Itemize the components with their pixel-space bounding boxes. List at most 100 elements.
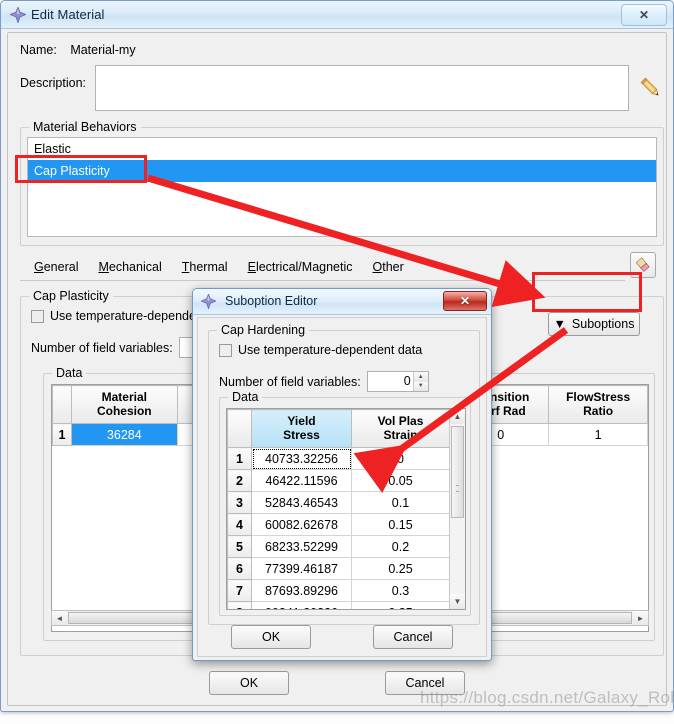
suboption-editor-titlebar[interactable]: Suboption Editor ✕ bbox=[193, 289, 491, 315]
list-item-elastic[interactable]: Elastic bbox=[28, 138, 656, 160]
pencil-icon[interactable] bbox=[638, 75, 664, 101]
row-number-5: 5 bbox=[227, 535, 252, 558]
data-group-sub: Data Yield Stress Vol Plas Strain 1 40733.… bbox=[219, 390, 471, 616]
table-row[interactable]: 2 46422.11596 0.05 bbox=[227, 469, 450, 492]
col-material-cohesion[interactable]: Material Cohesion bbox=[70, 385, 178, 424]
vscroll-up-icon[interactable]: ▲ bbox=[450, 409, 465, 424]
cell-material-cohesion-1[interactable]: 36284 bbox=[70, 423, 178, 446]
vscroll-down-icon[interactable]: ▼ bbox=[450, 594, 465, 609]
material-behaviors-group: Material Behaviors Elastic Cap Plasticit… bbox=[20, 120, 664, 246]
abaqus-diamond-icon-sub bbox=[201, 294, 216, 309]
col-rownum-main bbox=[52, 385, 72, 424]
table-row[interactable]: 8 99241.20326 0.35 bbox=[227, 601, 450, 609]
window-title: Edit Material bbox=[31, 7, 105, 22]
abaqus-diamond-icon bbox=[10, 7, 26, 23]
cell-yield-stress-8[interactable]: 99241.20326 bbox=[251, 601, 352, 609]
eraser-icon[interactable] bbox=[630, 252, 656, 278]
col-vol-plas-strain[interactable]: Vol Plas Strain bbox=[351, 409, 450, 448]
cell-vol-plas-strain-5[interactable]: 0.2 bbox=[351, 535, 450, 558]
row-number-main-1: 1 bbox=[52, 423, 72, 446]
suboption-dialog-buttons: OK Cancel bbox=[198, 624, 486, 650]
cap-hardening-table-wrap[interactable]: Yield Stress Vol Plas Strain 1 40733.32256… bbox=[226, 408, 466, 610]
name-label: Name: bbox=[20, 43, 57, 57]
stepper-down-icon-sub[interactable]: ▼ bbox=[413, 381, 428, 391]
table-row[interactable]: 6 77399.46187 0.25 bbox=[227, 557, 450, 580]
tab-other[interactable]: Other bbox=[373, 260, 404, 274]
cell-yield-stress-6[interactable]: 77399.46187 bbox=[251, 557, 352, 580]
cap-hardening-vscrollbar[interactable]: ▲ ▼ bbox=[449, 409, 465, 609]
use-temp-dependent-checkbox-sub[interactable] bbox=[219, 343, 232, 357]
cell-vol-plas-strain-6[interactable]: 0.25 bbox=[351, 557, 450, 580]
cell-vol-plas-strain-1[interactable]: 0 bbox=[351, 447, 450, 470]
name-value: Material-my bbox=[70, 43, 136, 57]
description-label: Description: bbox=[20, 76, 86, 90]
material-behaviors-list[interactable]: Elastic Cap Plasticity bbox=[27, 137, 657, 237]
cell-yield-stress-4[interactable]: 60082.62678 bbox=[251, 513, 352, 536]
cell-vol-plas-strain-7[interactable]: 0.3 bbox=[351, 579, 450, 602]
stepper-arrows-sub[interactable]: ▲ ▼ bbox=[412, 372, 428, 391]
row-number-7: 7 bbox=[227, 579, 252, 602]
hscroll-left-icon[interactable]: ◄ bbox=[52, 611, 67, 625]
tab-general[interactable]: General bbox=[34, 260, 78, 274]
cell-yield-stress-1[interactable]: 40733.32256 bbox=[251, 447, 352, 470]
cap-hardening-group: Cap Hardening Use temperature-dependent … bbox=[208, 323, 480, 625]
cell-vol-plas-strain-2[interactable]: 0.05 bbox=[351, 469, 450, 492]
col-flowstress-ratio[interactable]: FlowStress Ratio bbox=[548, 385, 648, 424]
row-number-3: 3 bbox=[227, 491, 252, 514]
chevron-down-icon: ▼ bbox=[553, 317, 566, 331]
table-row[interactable]: 1 40733.32256 0 bbox=[227, 447, 450, 470]
field-variables-label-main: Number of field variables: bbox=[31, 340, 173, 355]
cell-vol-plas-strain-3[interactable]: 0.1 bbox=[351, 491, 450, 514]
row-number-8: 8 bbox=[227, 601, 252, 609]
field-variables-label-sub: Number of field variables: bbox=[219, 374, 361, 389]
table-row[interactable]: 3 52843.46543 0.1 bbox=[227, 491, 450, 514]
description-input[interactable] bbox=[95, 65, 629, 111]
col-yield-stress[interactable]: Yield Stress bbox=[251, 409, 352, 448]
vscroll-grip bbox=[456, 485, 459, 492]
category-tabs: General Mechanical Thermal Electrical/Ma… bbox=[20, 253, 625, 281]
tab-electrical-magnetic[interactable]: Electrical/Magnetic bbox=[248, 260, 353, 274]
field-variables-row-sub: Number of field variables: 0 ▲ ▼ bbox=[219, 371, 429, 392]
cell-yield-stress-5[interactable]: 68233.52299 bbox=[251, 535, 352, 558]
suboption-editor-title: Suboption Editor bbox=[225, 294, 318, 308]
hscroll-right-icon[interactable]: ► bbox=[633, 611, 648, 625]
table-row[interactable]: 7 87693.89296 0.3 bbox=[227, 579, 450, 602]
cancel-button-sub[interactable]: Cancel bbox=[373, 625, 453, 649]
cap-hardening-title: Cap Hardening bbox=[217, 323, 310, 337]
close-icon-sub[interactable]: ✕ bbox=[443, 291, 487, 311]
cell-vol-plas-strain-8[interactable]: 0.35 bbox=[351, 601, 450, 609]
cell-yield-stress-2[interactable]: 46422.11596 bbox=[251, 469, 352, 492]
stepper-up-icon-sub[interactable]: ▲ bbox=[413, 372, 428, 382]
edit-material-titlebar[interactable]: Edit Material ✕ bbox=[1, 1, 673, 29]
table-row[interactable]: 4 60082.62678 0.15 bbox=[227, 513, 450, 536]
row-number-1: 1 bbox=[227, 447, 252, 470]
table-header-row-sub: Yield Stress Vol Plas Strain bbox=[227, 409, 450, 448]
row-number-2: 2 bbox=[227, 469, 252, 492]
data-group-title-sub: Data bbox=[228, 390, 263, 404]
use-temp-dependent-label-sub: Use temperature-dependent data bbox=[238, 343, 423, 357]
watermark: https://blog.csdn.net/Galaxy_Robot bbox=[420, 688, 674, 707]
close-icon[interactable]: ✕ bbox=[621, 4, 667, 26]
table-row[interactable]: 5 68233.52299 0.2 bbox=[227, 535, 450, 558]
suboption-editor-body: Cap Hardening Use temperature-dependent … bbox=[197, 317, 487, 657]
cell-vol-plas-strain-4[interactable]: 0.15 bbox=[351, 513, 450, 536]
cell-yield-stress-7[interactable]: 87693.89296 bbox=[251, 579, 352, 602]
suboptions-button[interactable]: ▼ Suboptions bbox=[548, 312, 640, 336]
use-temp-dependent-checkbox-main[interactable] bbox=[31, 309, 44, 323]
row-number-6: 6 bbox=[227, 557, 252, 580]
list-item-cap-plasticity[interactable]: Cap Plasticity bbox=[28, 160, 656, 182]
ok-button-sub[interactable]: OK bbox=[231, 625, 311, 649]
vscroll-thumb[interactable] bbox=[451, 426, 464, 518]
suboptions-button-label: Suboptions bbox=[571, 317, 635, 331]
suboption-editor-window: Suboption Editor ✕ Cap Hardening Use tem… bbox=[192, 288, 492, 661]
tab-mechanical[interactable]: Mechanical bbox=[98, 260, 161, 274]
ok-button-main[interactable]: OK bbox=[209, 671, 289, 695]
field-variables-stepper-sub[interactable]: 0 ▲ ▼ bbox=[366, 371, 429, 392]
data-group-title-main: Data bbox=[52, 366, 87, 380]
cell-flowstress-ratio-1[interactable]: 1 bbox=[548, 423, 648, 446]
cell-yield-stress-3[interactable]: 52843.46543 bbox=[251, 491, 352, 514]
use-temp-dependent-row-sub[interactable]: Use temperature-dependent data bbox=[219, 343, 422, 357]
cap-hardening-table[interactable]: Yield Stress Vol Plas Strain 1 40733.32256… bbox=[227, 409, 450, 609]
col-rownum-sub bbox=[227, 409, 252, 448]
tab-thermal[interactable]: Thermal bbox=[182, 260, 228, 274]
